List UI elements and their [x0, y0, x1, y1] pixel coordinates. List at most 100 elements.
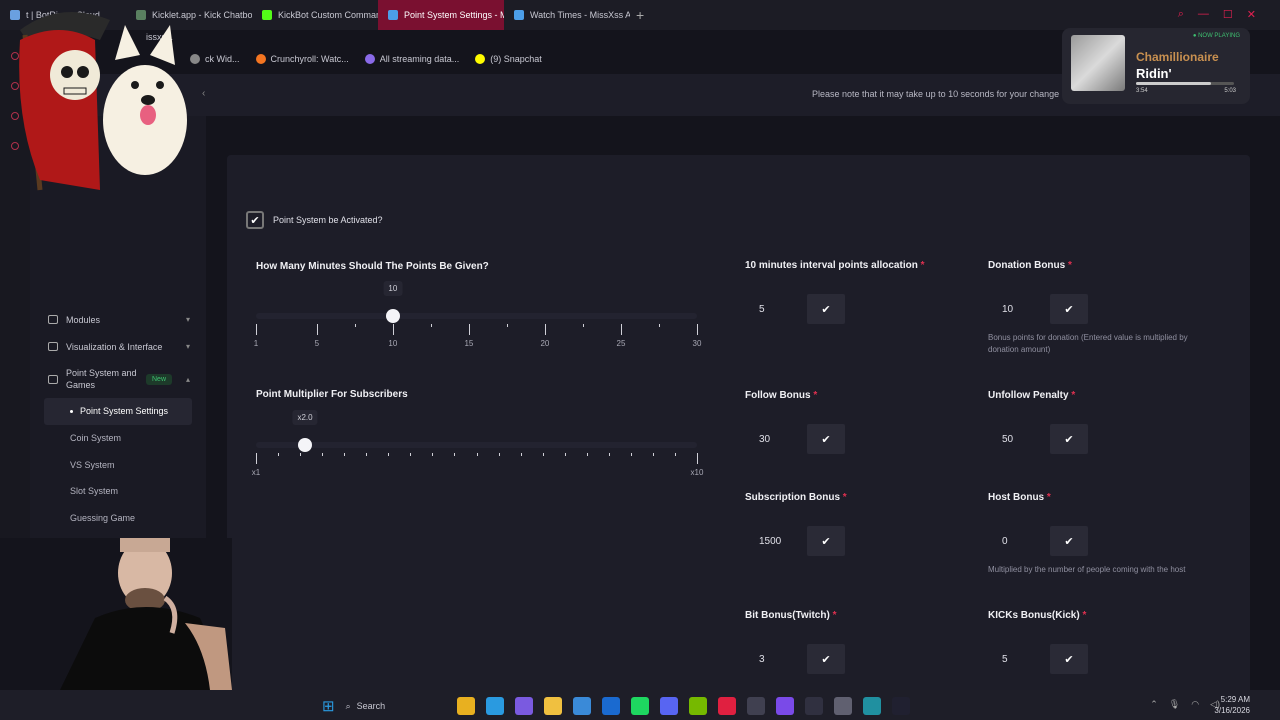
sidebar-item-point-system-settings[interactable]: Point System Settings — [44, 398, 192, 425]
slider-value-tooltip: x2.0 — [292, 410, 318, 425]
slider-tick-minor — [520, 453, 522, 456]
bookmark-label: Crunchyroll: Watc... — [270, 54, 349, 64]
copilot-icon[interactable] — [514, 697, 533, 715]
close-icon[interactable]: ✕ — [1247, 8, 1256, 21]
bonus-input-group: 10 ✔ — [988, 294, 1088, 324]
sidebar-item-coin-system[interactable]: Coin System — [30, 425, 206, 452]
slider-tick-minor — [582, 324, 584, 327]
confirm-button[interactable]: ✔ — [807, 424, 845, 454]
bookmark-item[interactable]: All streaming data... — [364, 54, 459, 64]
bookmark-label: (9) Snapchat — [490, 54, 542, 64]
sidebar-item-label: Visualization & Interface — [66, 341, 163, 352]
app-icon[interactable] — [746, 697, 765, 715]
slider-tick-minor — [300, 453, 302, 456]
sidebar-group-modules[interactable]: Modules ▾ — [30, 306, 206, 333]
slider-tick-minor — [652, 453, 654, 456]
maximize-icon[interactable]: ☐ — [1223, 8, 1233, 21]
steam-icon[interactable] — [891, 697, 910, 715]
sidebar-item-vs-system[interactable]: VS System — [30, 451, 206, 478]
bonus-input[interactable]: 50 — [988, 424, 1050, 454]
collapse-sidebar-icon[interactable]: ‹ — [202, 88, 205, 99]
sidebar-item-slot-system[interactable]: Slot System — [30, 478, 206, 505]
minimize-icon[interactable]: — — [1198, 8, 1209, 21]
bonus-input-group: 5 ✔ — [745, 294, 845, 324]
sidebar-item-label: Point System Settings — [80, 406, 169, 417]
taskbar-search[interactable]: ⌕ Search — [346, 696, 446, 716]
opera-icon[interactable] — [717, 697, 736, 715]
slider-handle[interactable] — [298, 438, 312, 452]
search-icon[interactable]: ⌕ — [1178, 8, 1184, 21]
field-label-text: 10 minutes interval points allocation — [745, 260, 918, 271]
slider-tick-major — [620, 324, 622, 335]
browser-tab[interactable]: Point System Settings - M — [378, 0, 504, 30]
confirm-button[interactable]: ✔ — [1050, 424, 1088, 454]
slider-tick-minor — [432, 453, 434, 456]
confirm-button[interactable]: ✔ — [807, 294, 845, 324]
grid-app-icon[interactable] — [775, 697, 794, 715]
mic-icon[interactable]: 🎙 — [1169, 699, 1180, 710]
field-label: Bit Bonus(Twitch) * — [745, 610, 837, 621]
store-icon[interactable] — [572, 697, 591, 715]
discord-icon[interactable] — [659, 697, 678, 715]
field-label-text: Bit Bonus(Twitch) — [745, 610, 830, 621]
wifi-icon[interactable]: ◠ — [1191, 699, 1199, 710]
slider-tick-minor — [388, 453, 390, 456]
sidebar-item-label: Slot System — [70, 486, 119, 497]
activation-label: Point System be Activated? — [273, 215, 383, 225]
minutes-label: How Many Minutes Should The Points Be Gi… — [256, 261, 489, 272]
new-tab-button[interactable]: + — [636, 7, 644, 23]
field-label-text: Follow Bonus — [745, 390, 811, 401]
spotify-icon[interactable] — [630, 697, 649, 715]
bonus-input[interactable]: 0 — [988, 526, 1050, 556]
nvidia-icon[interactable] — [688, 697, 707, 715]
required-mark: * — [842, 492, 847, 503]
confirm-button[interactable]: ✔ — [1050, 526, 1088, 556]
confirm-button[interactable]: ✔ — [1050, 294, 1088, 324]
bonus-input[interactable]: 30 — [745, 424, 807, 454]
sidebar-item-label: Point System and Games — [66, 368, 137, 390]
bookmark-item[interactable]: Crunchyroll: Watc... — [255, 54, 349, 64]
terminal-icon[interactable] — [804, 697, 823, 715]
field-label: Unfollow Penalty * — [988, 390, 1075, 401]
confirm-button[interactable]: ✔ — [1050, 644, 1088, 674]
file-explorer-icon[interactable] — [456, 697, 475, 715]
bonus-input[interactable]: 5 — [988, 644, 1050, 674]
slider-tick-major — [697, 324, 698, 335]
bonus-input[interactable]: 5 — [745, 294, 807, 324]
browser-tab[interactable]: KickBot Custom Command — [252, 0, 378, 30]
field-label-text: Subscription Bonus — [745, 492, 840, 503]
clock-date: 3/16/2026 — [1214, 706, 1250, 715]
confirm-button[interactable]: ✔ — [807, 526, 845, 556]
start-icon[interactable]: ⊞ — [322, 697, 335, 715]
obs-icon[interactable] — [862, 697, 881, 715]
chevron-down-icon: ▾ — [185, 315, 190, 324]
folder-icon[interactable] — [543, 697, 562, 715]
sidebar-group-visualization-interface[interactable]: Visualization & Interface ▾ — [30, 333, 206, 360]
bonus-input[interactable]: 10 — [988, 294, 1050, 324]
slider-tick-minor — [278, 453, 280, 456]
browser-tab[interactable]: Watch Times - MissXss Al — [504, 0, 630, 30]
activation-checkbox[interactable]: ✔ — [246, 211, 264, 229]
multiplier-slider[interactable]: x1 x10 x2.0 — [252, 410, 703, 483]
settings-icon[interactable] — [833, 697, 852, 715]
bookmark-item[interactable]: (9) Snapchat — [475, 54, 542, 64]
sidebar-item-guessing-game[interactable]: Guessing Game — [30, 505, 206, 532]
bonus-input[interactable]: 3 — [745, 644, 807, 674]
minutes-slider[interactable]: 1 5 10 15 20 25 30 10 — [254, 281, 701, 354]
field-label: Subscription Bonus * — [745, 492, 847, 503]
slider-tick-label: 25 — [616, 339, 626, 348]
slider-tick-major — [544, 324, 546, 335]
field-label: KICKs Bonus(Kick) * — [988, 610, 1086, 621]
outlook-icon[interactable] — [601, 697, 620, 715]
slider-handle[interactable] — [385, 309, 400, 323]
tray-expand-icon[interactable]: ⌃ — [1150, 699, 1158, 710]
confirm-button[interactable]: ✔ — [807, 644, 845, 674]
sidebar-group-point-system-and-games[interactable]: Point System and Games New ▴ — [30, 360, 206, 398]
slider-tick-major — [468, 324, 470, 335]
clock[interactable]: 5:29 AM 3/16/2026 — [1214, 694, 1250, 716]
webcam-overlay — [0, 538, 232, 690]
sidebar-item-label: Coin System — [70, 433, 122, 444]
group-icon — [48, 342, 58, 351]
edge-icon[interactable] — [485, 697, 504, 715]
bonus-input[interactable]: 1500 — [745, 526, 807, 556]
